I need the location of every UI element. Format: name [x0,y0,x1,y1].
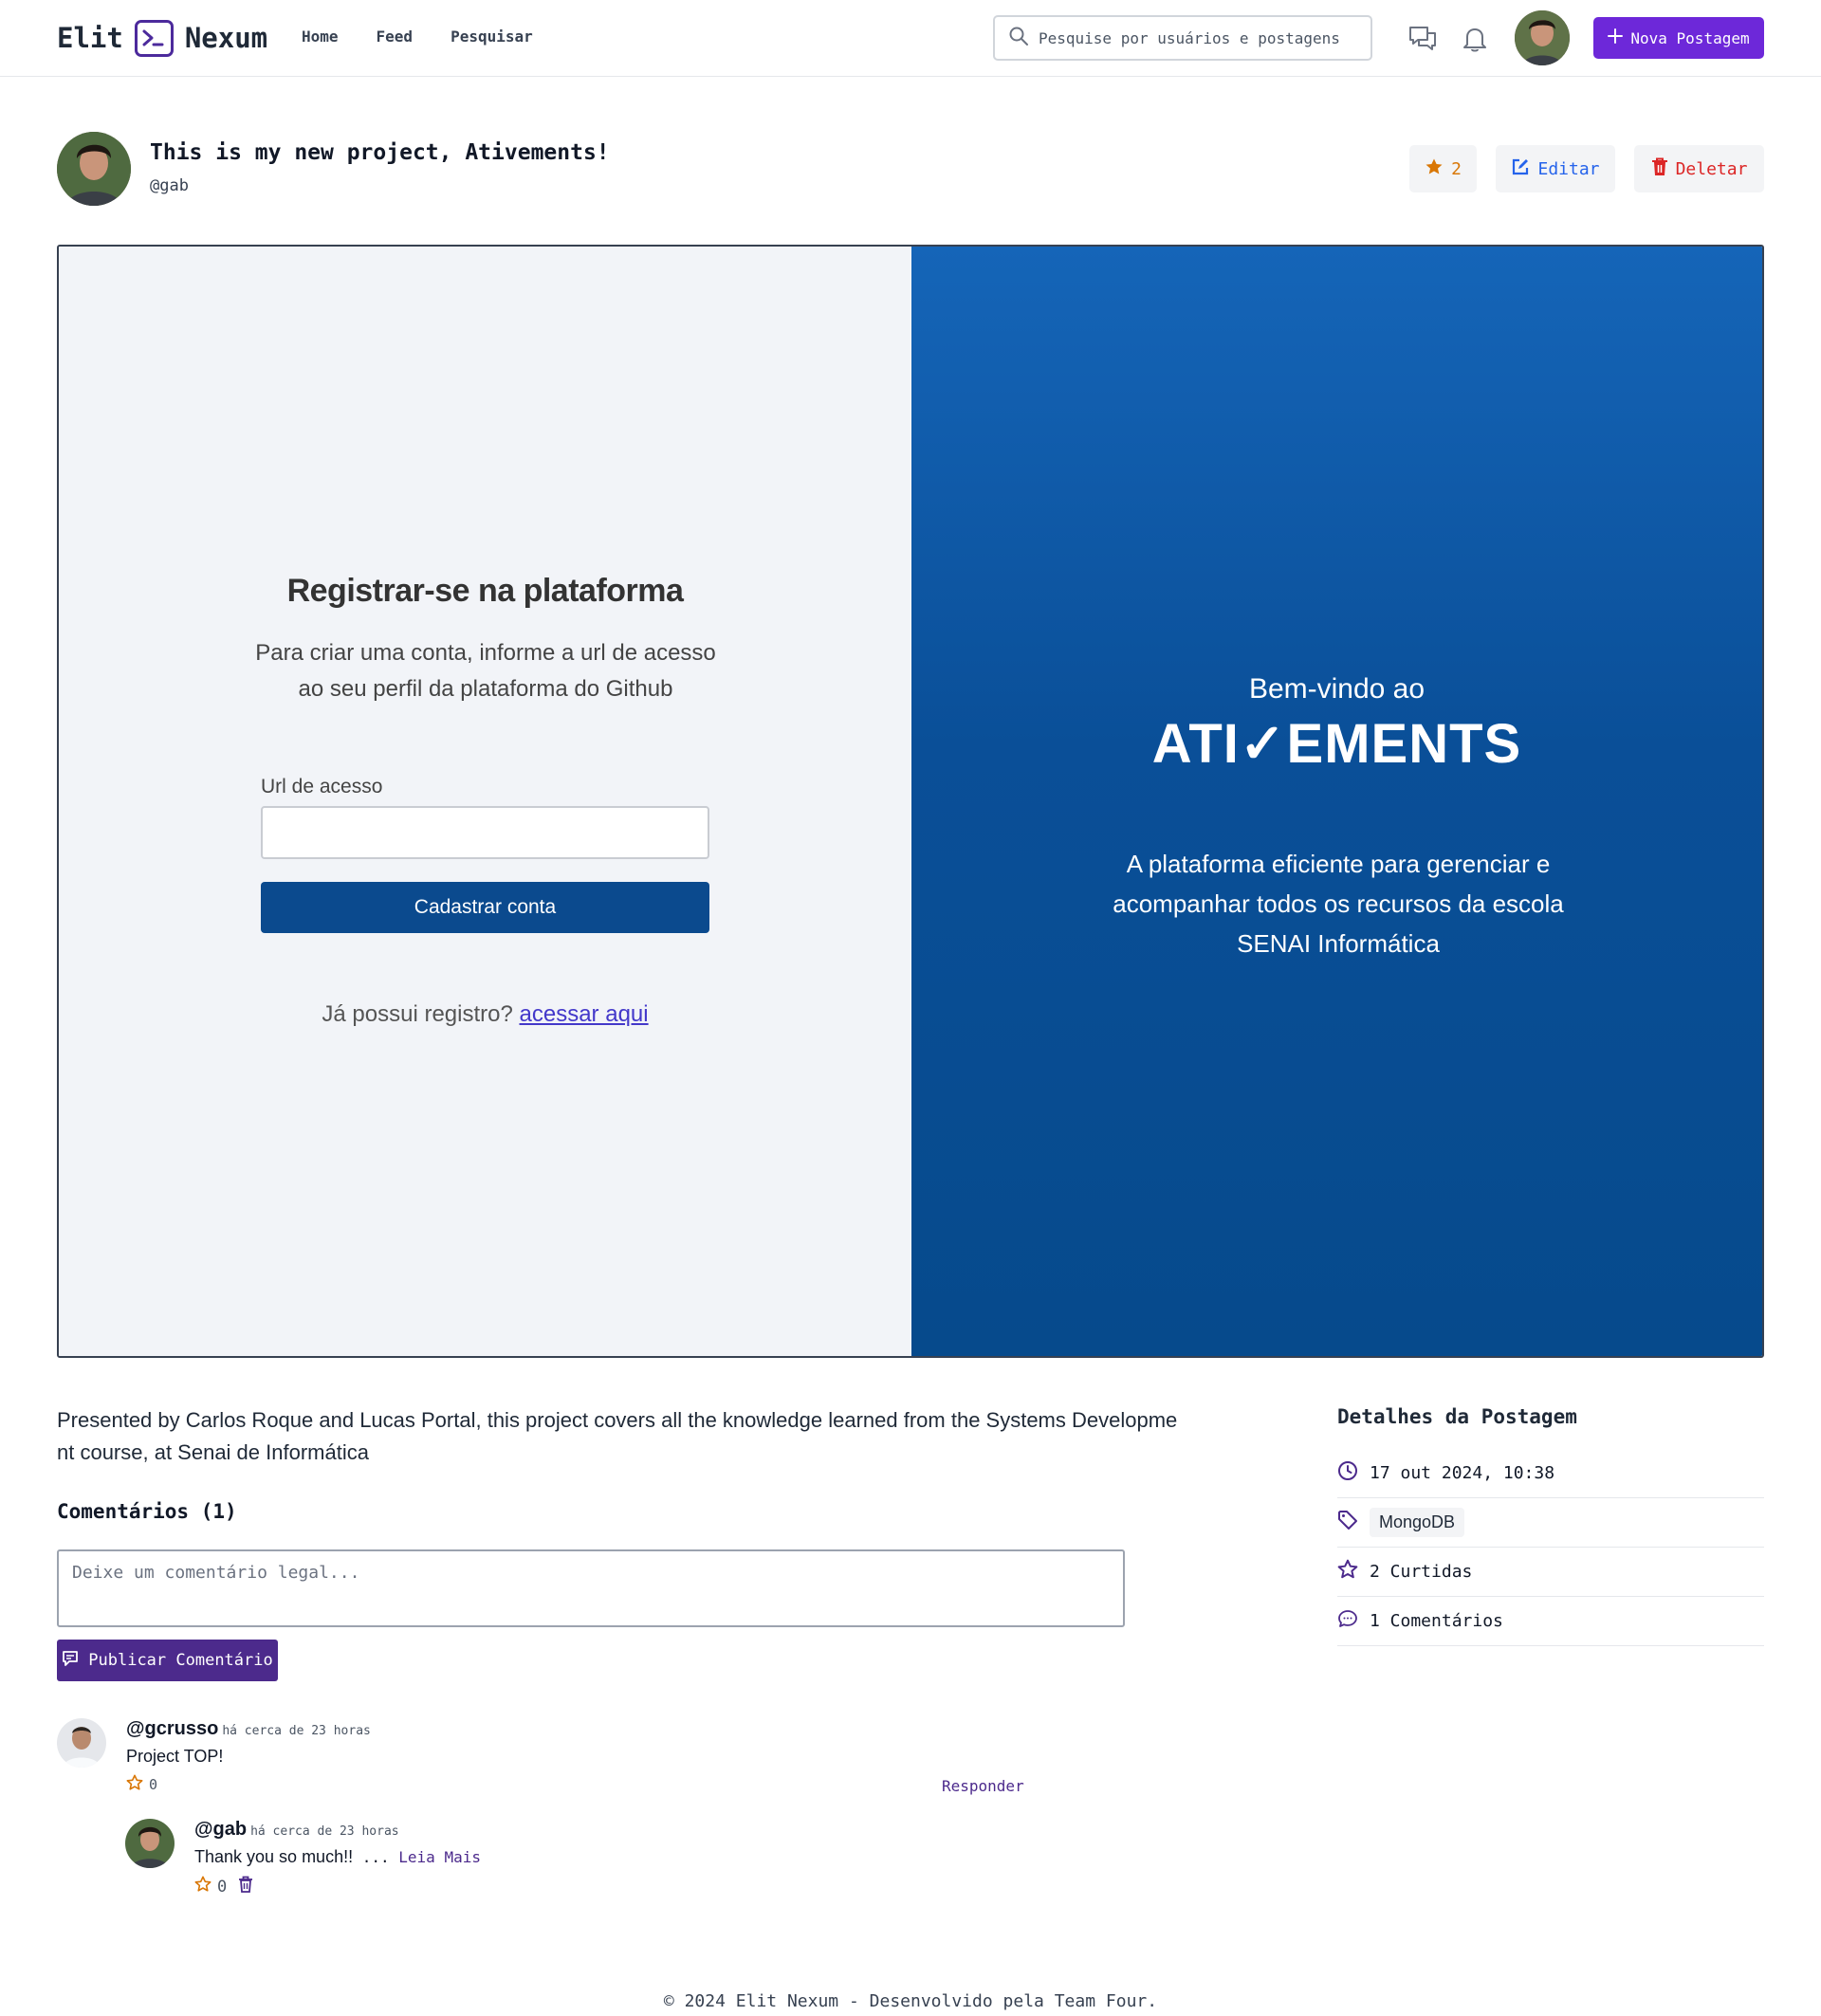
image-login-text: Já possui registro? [322,1001,513,1027]
comment-input[interactable] [57,1549,1125,1627]
star-button[interactable]: 2 [1409,145,1477,192]
commenter-avatar[interactable] [57,1718,106,1768]
main-nav: Home Feed Pesquisar [302,27,533,46]
post-header: This is my new project, Ativements! @gab… [57,132,1764,208]
reply-actions: 0 [194,1876,253,1897]
details-title: Detalhes da Postagem [1337,1405,1577,1428]
comment-header: @gcrusso há cerca de 23 horas [126,1718,371,1740]
image-url-input [261,806,709,859]
star-outline-icon [1337,1559,1358,1585]
image-login-prompt: Já possui registro? acessar aqui [59,1001,911,1028]
trash-icon [1651,157,1668,181]
author-avatar[interactable] [57,132,131,206]
publish-comment-label: Publicar Comentário [88,1651,273,1670]
image-welcome-panel: Bem-vindo ao ATI✓EMENTS A plataforma efi… [911,247,1762,1356]
new-post-button[interactable]: Nova Postagem [1593,17,1764,59]
comment-item: @gcrusso há cerca de 23 horas Project TOP… [57,1718,1034,1804]
star-icon [1425,157,1444,181]
reply-body: Thank you so much!! ... Leia Mais [194,1847,481,1867]
star-outline-icon[interactable] [194,1876,212,1897]
terminal-icon [134,19,174,57]
comment-icon [62,1650,79,1672]
post-image[interactable]: Registrar-se na plataforma Para criar um… [57,245,1764,1358]
search-input[interactable] [1039,28,1352,47]
nav-home[interactable]: Home [302,27,339,46]
details-comments: 1 Comentários [1370,1611,1503,1631]
details-date: 17 out 2024, 10:38 [1370,1463,1555,1483]
image-register-title: Registrar-se na plataforma [286,573,684,609]
user-avatar[interactable] [1515,10,1570,65]
reply-username[interactable]: @gab [194,1819,247,1840]
publish-comment-button[interactable]: Publicar Comentário [57,1640,278,1681]
reply-header: @gab há cerca de 23 horas [194,1819,399,1841]
clock-icon [1337,1460,1358,1486]
image-register-panel: Registrar-se na plataforma Para criar um… [59,247,911,1356]
search-box [993,15,1372,61]
logo-text-left: Elit [57,22,123,54]
edit-button[interactable]: Editar [1496,145,1615,192]
comment-star-count: 0 [149,1776,158,1793]
image-url-label: Url de acesso [261,776,383,797]
page-footer: © 2024 Elit Nexum - Desenvolvido pela Te… [663,1991,1158,2011]
logo-text-right: Nexum [184,22,268,54]
delete-button[interactable]: Deletar [1634,145,1764,192]
reply-link[interactable]: Responder [942,1777,1024,1795]
edit-label: Editar [1537,158,1600,179]
delete-label: Deletar [1675,158,1748,179]
comment-time: há cerca de 23 horas [222,1724,371,1738]
image-brand-description: A plataforma eficiente para gerenciar e … [1113,850,1564,958]
details-likes-row: 2 Curtidas [1337,1548,1764,1597]
tag-icon [1337,1510,1358,1535]
star-count: 2 [1451,158,1462,179]
nav-feed[interactable]: Feed [377,27,414,46]
post-username[interactable]: @gab [150,176,189,195]
image-login-link: acessar aqui [519,1001,649,1027]
comment-text: Project TOP! [126,1747,224,1766]
reply-item: @gab há cerca de 23 horas Thank you so mu… [125,1819,979,1904]
details-comments-row: 1 Comentários [1337,1597,1764,1646]
comment-username[interactable]: @gcrusso [126,1718,218,1739]
reply-ellipsis: ... [361,1848,390,1866]
speech-bubble-icon [1337,1608,1358,1634]
image-brand-logo: ATI✓EMENTS [1151,713,1522,775]
comments-title: Comentários (1) [57,1500,237,1523]
logo[interactable]: Elit Nexum [57,19,267,57]
details-tag-row: MongoDB [1337,1498,1764,1548]
reply-time: há cerca de 23 horas [250,1824,399,1839]
image-welcome-text: Bem-vindo ao [1248,673,1426,705]
chat-icon[interactable] [1407,23,1439,55]
post-title: This is my new project, Ativements! [150,140,610,165]
details-likes: 2 Curtidas [1370,1562,1473,1582]
top-navbar: Elit Nexum Home Feed Pesquisar Nova Post… [0,0,1821,77]
details-date-row: 17 out 2024, 10:38 [1337,1449,1764,1498]
comment-actions: 0 [126,1774,157,1795]
image-register-button: Cadastrar conta [261,882,709,933]
details-tag[interactable]: MongoDB [1370,1508,1465,1537]
new-post-label: Nova Postagem [1630,28,1750,47]
reply-text: Thank you so much!! [194,1847,354,1866]
reply-avatar[interactable] [125,1819,175,1868]
edit-icon [1511,157,1530,181]
bell-icon[interactable] [1459,23,1491,55]
read-more-link[interactable]: Leia Mais [398,1848,481,1866]
reply-star-count: 0 [217,1877,228,1897]
image-register-subtitle: Para criar uma conta, informe a url de a… [255,640,716,702]
post-description: Presented by Carlos Roque and Lucas Port… [57,1408,1178,1464]
nav-search[interactable]: Pesquisar [451,27,533,46]
trash-outline-icon[interactable] [238,1876,253,1897]
plus-icon [1608,28,1624,47]
post-details-panel: Detalhes da Postagem 17 out 2024, 10:38 … [1337,1405,1764,1646]
star-outline-icon[interactable] [126,1774,143,1795]
search-icon [1008,26,1029,50]
